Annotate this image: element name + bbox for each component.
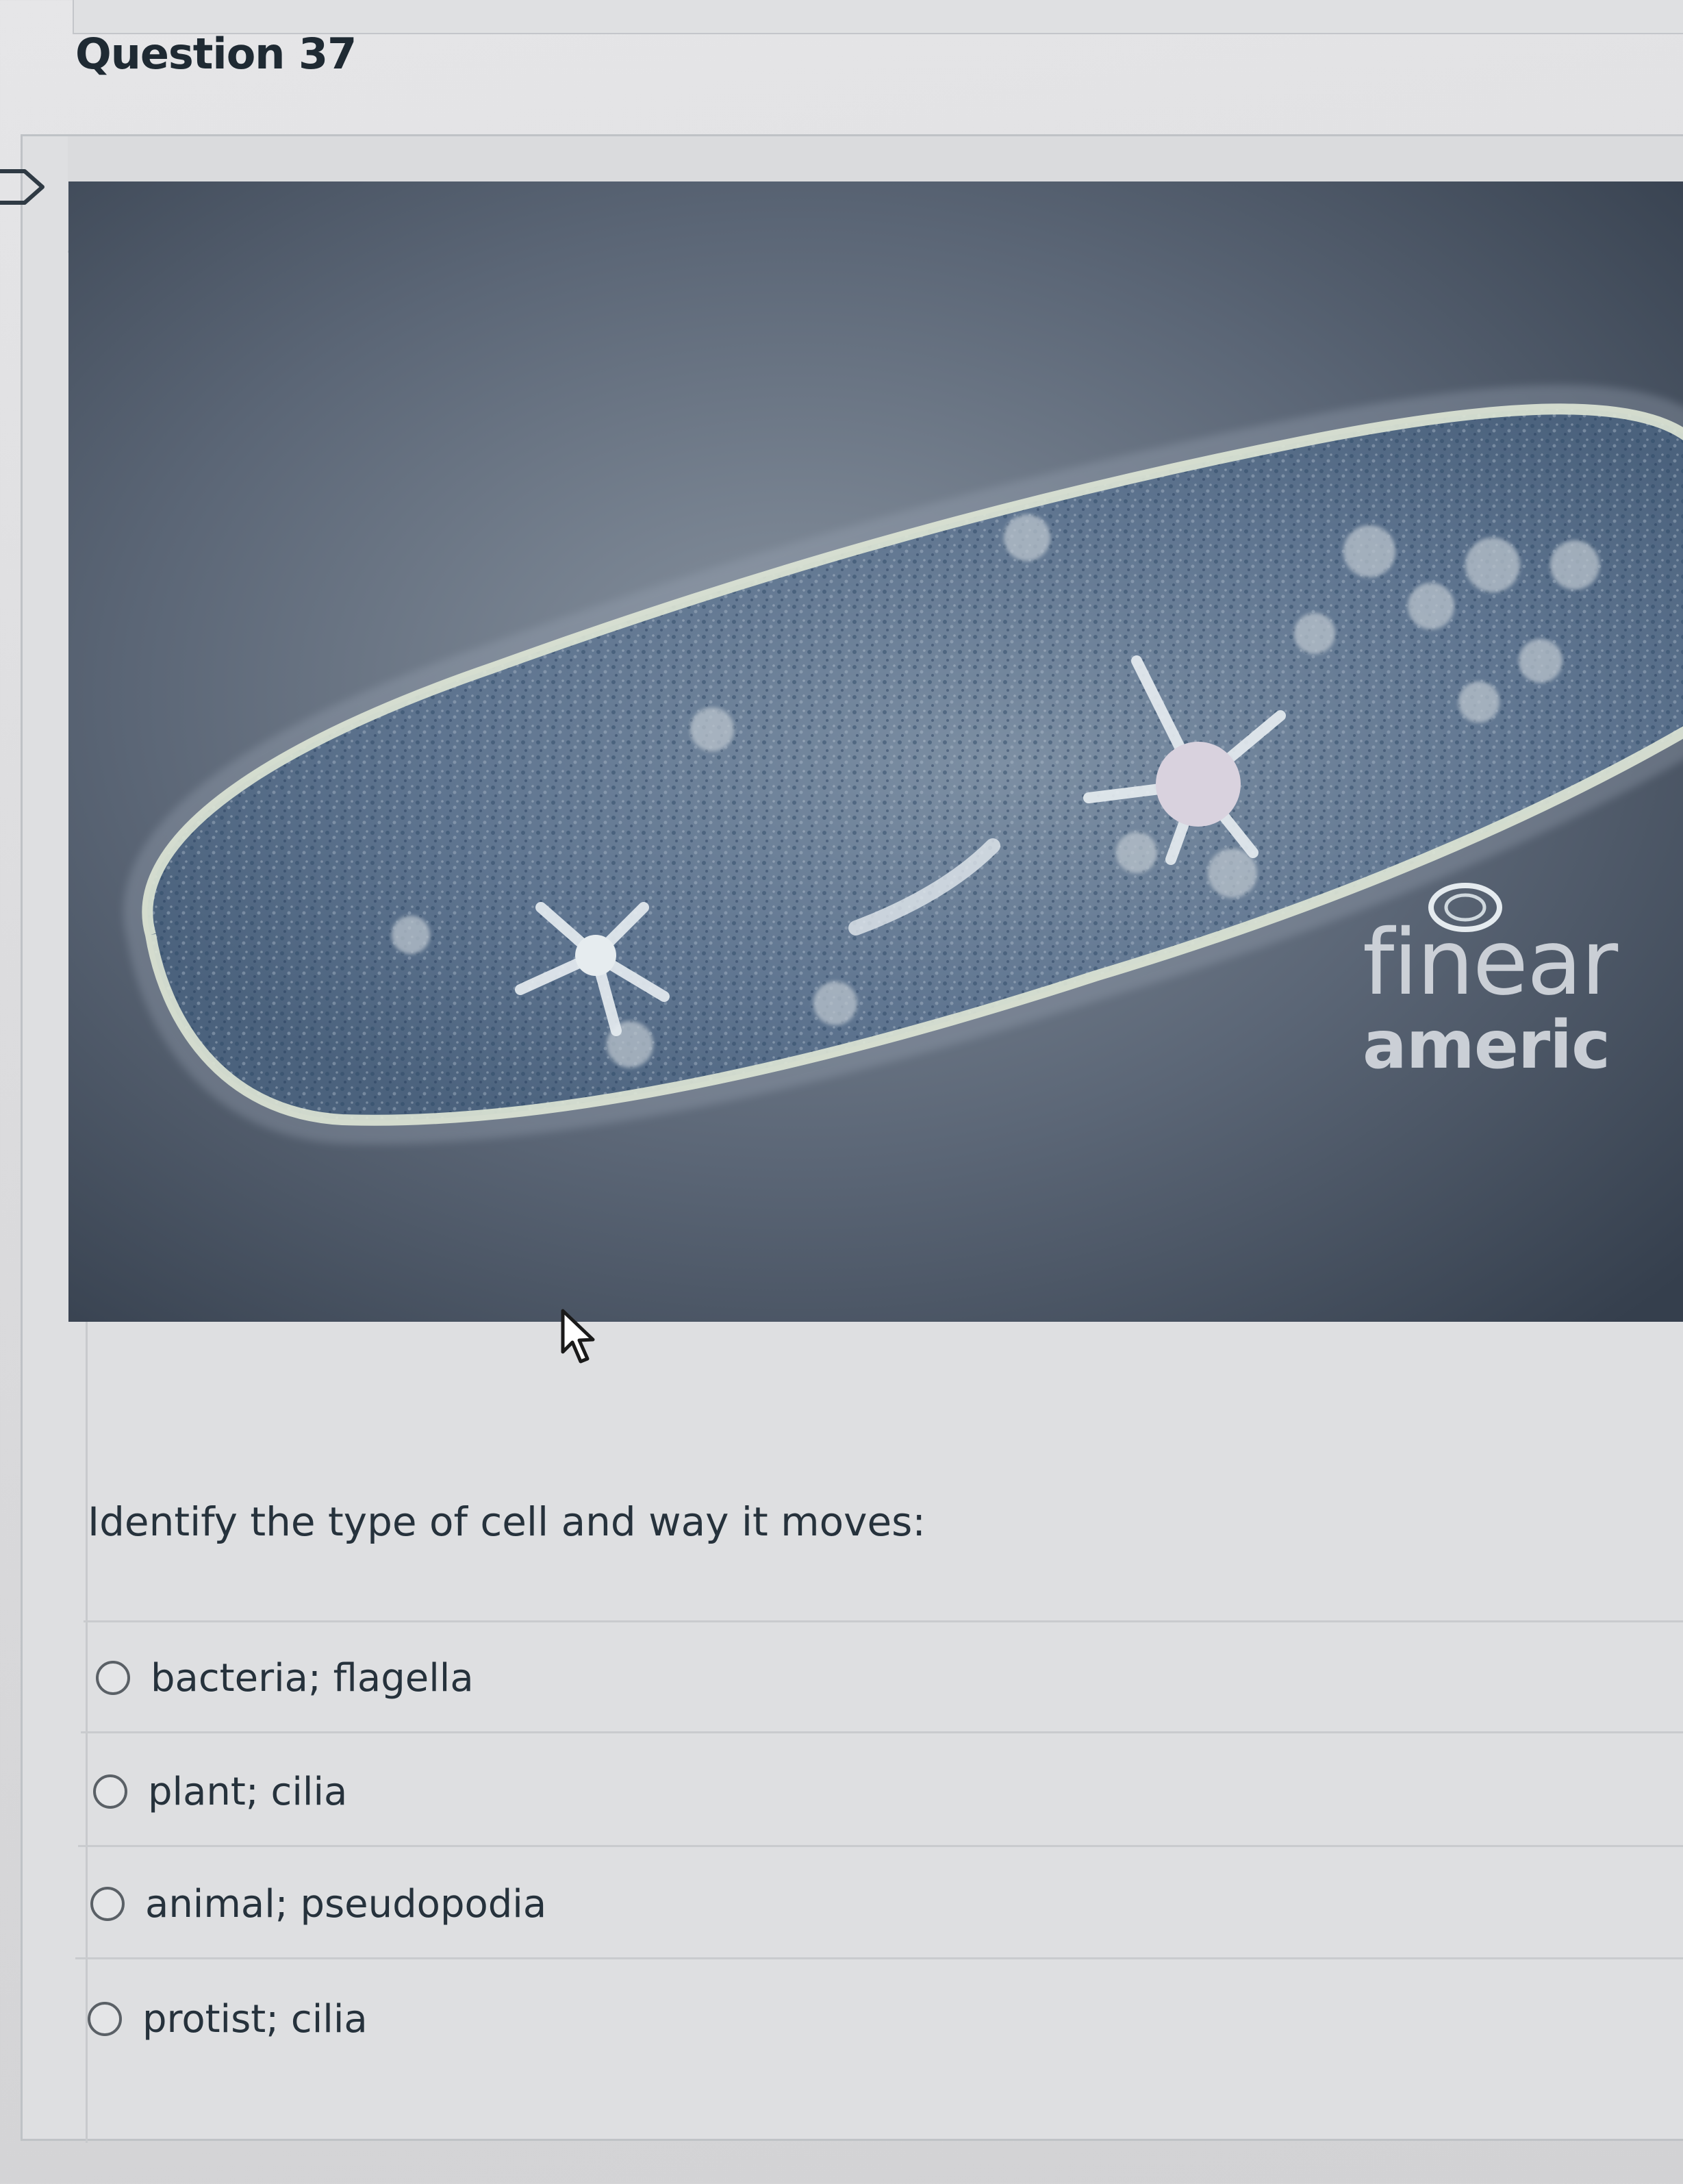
answer-divider <box>81 1731 1683 1733</box>
answer-label: bacteria; flagella <box>151 1655 474 1700</box>
radio-button[interactable] <box>90 1887 125 1921</box>
answer-option-1[interactable]: bacteria; flagella <box>96 1644 474 1712</box>
radio-button[interactable] <box>93 1774 127 1809</box>
paramecium-micrograph-image <box>68 181 1683 1322</box>
mouse-pointer-icon <box>561 1309 595 1364</box>
watermark-line-2: americ <box>1363 1007 1610 1083</box>
answer-option-2[interactable]: plant; cilia <box>93 1757 347 1826</box>
answers-top-divider <box>84 1620 1683 1622</box>
answer-option-4[interactable]: protist; cilia <box>88 1985 368 2053</box>
answer-label: protist; cilia <box>142 1996 368 2042</box>
image-watermark: finear americ <box>1363 910 1618 1083</box>
answer-label: plant; cilia <box>148 1769 348 1814</box>
question-title: Question 37 <box>75 29 357 79</box>
watermark-line-1: finear <box>1363 910 1618 1016</box>
question-prompt: Identify the type of cell and way it mov… <box>88 1498 926 1545</box>
answer-label: animal; pseudopodia <box>145 1881 547 1926</box>
radio-button[interactable] <box>88 2002 122 2036</box>
bookmark-flag-icon[interactable] <box>0 168 45 205</box>
radio-button[interactable] <box>96 1661 130 1695</box>
answer-option-3[interactable]: animal; pseudopodia <box>90 1870 546 1938</box>
answer-divider <box>78 1845 1683 1847</box>
answer-divider <box>75 1957 1683 1959</box>
